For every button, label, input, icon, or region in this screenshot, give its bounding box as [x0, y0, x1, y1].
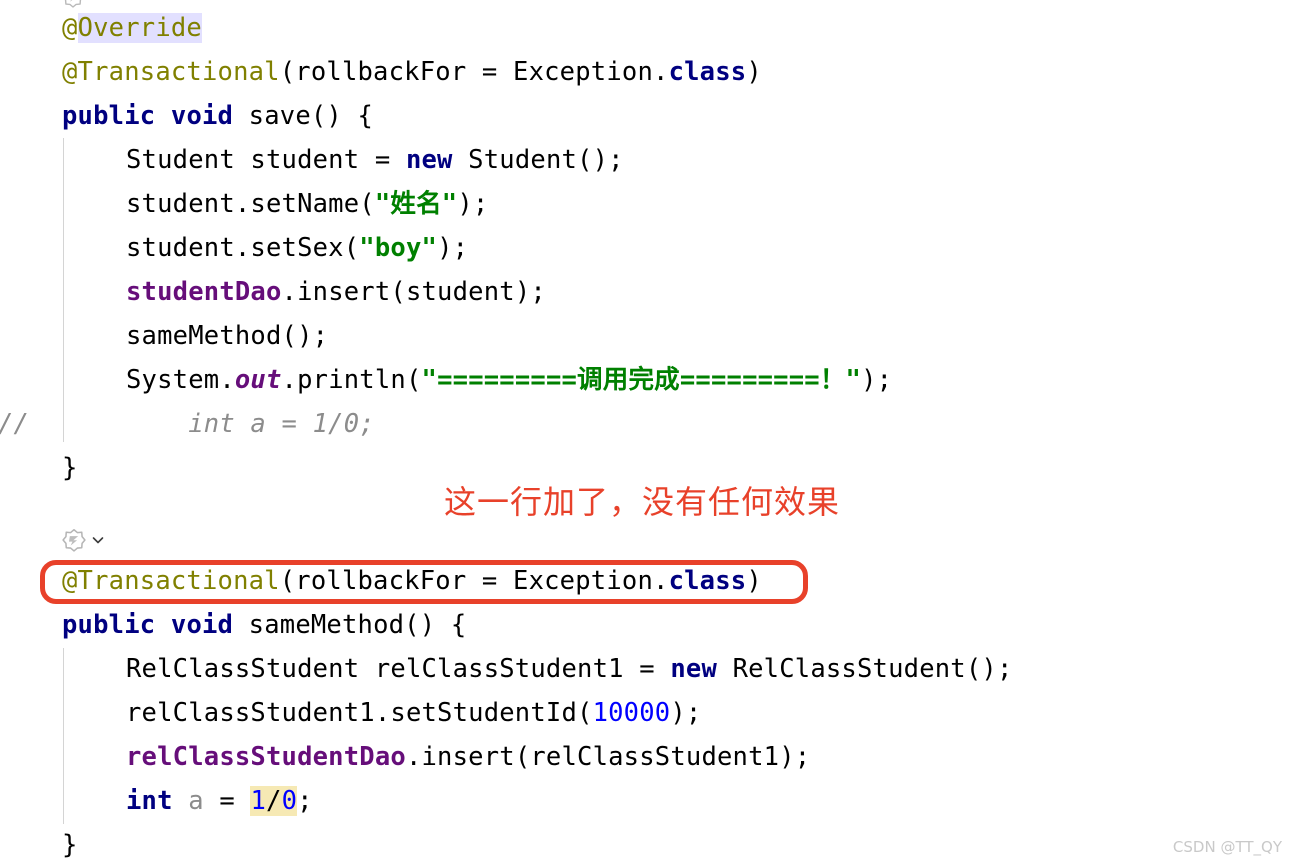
- code-editor-surface[interactable]: @Override @Transactional(rollbackFor = E…: [0, 0, 1292, 864]
- token-relclassstudent-decl: RelClassStudent relClassStudent1 =: [126, 654, 671, 684]
- code-line-13: public void sameMethod() {: [62, 603, 466, 647]
- token-paren-open: (: [279, 57, 296, 87]
- token-samemethod-signature: sameMethod() {: [233, 610, 467, 640]
- chevron-down-icon[interactable]: [90, 532, 106, 548]
- token-paren-close: ): [746, 57, 762, 87]
- token-relclassstudentdao-insert: .insert(relClassStudent1);: [405, 742, 811, 772]
- token-annotation-name: Override: [77, 13, 202, 43]
- token-rollbackfor-attr-2: rollbackFor = Exception.: [295, 566, 669, 596]
- code-line-2: @Transactional(rollbackFor = Exception.c…: [62, 50, 762, 94]
- token-setname-call: student.setName(: [126, 189, 375, 219]
- token-setsex-close: );: [437, 233, 469, 263]
- code-line-6: student.setSex("boy");: [126, 226, 468, 270]
- code-line-10-comment-body: int a = 1/0;: [126, 402, 375, 446]
- token-system-prefix: System.: [126, 365, 235, 395]
- indent-guide-samemethod-body: [63, 648, 64, 824]
- token-println-close: );: [861, 365, 893, 395]
- code-line-16: relClassStudentDao.insert(relClassStuden…: [126, 735, 810, 779]
- token-save-close-brace: }: [62, 453, 78, 483]
- token-void-keyword: void: [170, 101, 234, 131]
- token-class-keyword: class: [668, 57, 747, 87]
- token-public-keyword: public: [62, 101, 156, 131]
- spring-bean-icon: [62, 528, 86, 552]
- token-annotation-at: @: [62, 13, 78, 43]
- token-studentdao-insert: .insert(student);: [281, 277, 546, 307]
- token-relclassstudentdao-field: relClassStudentDao: [126, 742, 406, 772]
- annotation-note-text: 这一行加了，没有任何效果: [444, 483, 841, 521]
- gutter-icon-samemethod[interactable]: [62, 528, 106, 552]
- token-denominator-zero: 0: [281, 786, 298, 816]
- token-new-keyword-2: new: [670, 654, 718, 684]
- token-out-field: out: [234, 365, 282, 395]
- token-variable-a: a: [172, 786, 220, 816]
- token-paren-close-2: ): [746, 566, 762, 596]
- token-statement-semicolon: ;: [297, 786, 313, 816]
- token-setstudentid-close: );: [670, 698, 702, 728]
- token-println-call: .println(: [281, 365, 422, 395]
- token-samemethod-close-brace: }: [62, 830, 78, 860]
- token-name-string: "姓名": [374, 189, 458, 219]
- token-studentid-number: 10000: [592, 698, 671, 728]
- token-transactional-annotation: @Transactional: [62, 57, 280, 87]
- code-line-17: int a = 1/0;: [126, 779, 313, 823]
- watermark-label: CSDN @TT_QY: [1172, 838, 1282, 856]
- token-studentdao-field: studentDao: [126, 277, 282, 307]
- token-class-keyword-2: class: [668, 566, 747, 596]
- code-line-9: System.out.println("=========调用完成=======…: [126, 358, 892, 402]
- code-line-4: Student student = new Student();: [126, 138, 624, 182]
- token-paren-open-2: (: [279, 566, 296, 596]
- token-save-signature: save() {: [233, 101, 374, 131]
- token-setsex-call: student.setSex(: [126, 233, 360, 263]
- code-line-3: public void save() {: [62, 94, 373, 138]
- code-line-8: sameMethod();: [126, 314, 328, 358]
- token-void-keyword-2: void: [170, 610, 234, 640]
- token-setname-close: );: [457, 189, 489, 219]
- code-line-11: }: [62, 446, 78, 490]
- code-line-5: student.setName("姓名");: [126, 182, 488, 226]
- token-rollbackfor-attr: rollbackFor = Exception.: [295, 57, 669, 87]
- token-samemethod-call: sameMethod();: [126, 321, 329, 351]
- token-comment-slashes: //: [0, 409, 30, 439]
- token-new-keyword: new: [405, 145, 453, 175]
- token-setstudentid-call: relClassStudent1.setStudentId(: [126, 698, 593, 728]
- code-line-10-comment-marker: //: [0, 402, 29, 446]
- token-student-ctor: Student();: [452, 145, 624, 175]
- token-relclassstudent-ctor: RelClassStudent();: [717, 654, 1013, 684]
- code-line-15: relClassStudent1.setStudentId(10000);: [126, 691, 701, 735]
- code-line-12: @Transactional(rollbackFor = Exception.c…: [62, 559, 762, 603]
- code-line-18: }: [62, 823, 78, 867]
- token-assign-operator: =: [219, 786, 251, 816]
- token-commented-divzero: int a = 1/0;: [126, 409, 375, 439]
- token-numerator-one: 1: [250, 786, 267, 816]
- token-public-keyword-2: public: [62, 610, 156, 640]
- token-println-string: "=========调用完成=========！": [421, 365, 862, 395]
- code-line-7: studentDao.insert(student);: [126, 270, 546, 314]
- indent-guide-save-body: [63, 138, 64, 442]
- token-divide-operator: /: [266, 786, 282, 816]
- code-line-1: @Override: [62, 6, 202, 50]
- token-student-decl: Student student =: [126, 145, 406, 175]
- token-int-keyword: int: [126, 786, 173, 816]
- token-sex-string: "boy": [359, 233, 438, 263]
- code-line-14: RelClassStudent relClassStudent1 = new R…: [126, 647, 1013, 691]
- token-transactional-annotation-boxed: @Transactional: [62, 566, 280, 596]
